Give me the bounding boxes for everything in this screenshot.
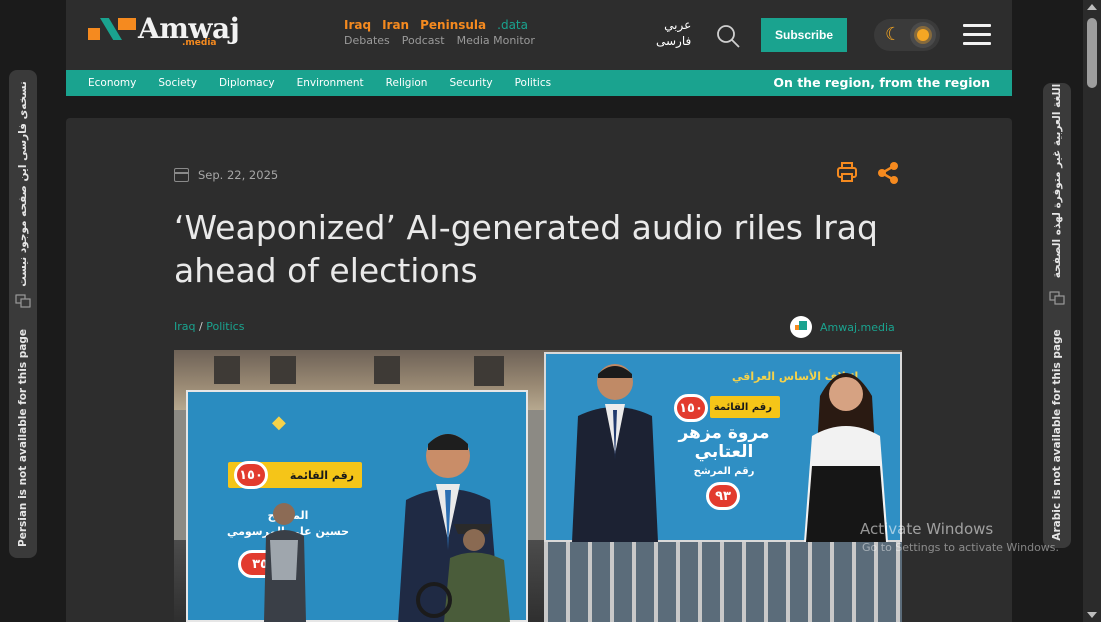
metal-fence	[544, 542, 902, 622]
arabic-unavailable-native: اللغة العربية غير متوفرة لهذه الصفحة	[1051, 83, 1063, 279]
logo-subtext: .media	[182, 38, 217, 48]
lang-arabic[interactable]: عربي	[656, 17, 691, 33]
arabic-unavailable-label: Arabic is not available for this page	[1051, 329, 1063, 541]
author-avatar	[790, 316, 812, 338]
sun-knob	[910, 22, 936, 48]
moon-icon: ☾	[885, 24, 902, 45]
cat-society[interactable]: Society	[158, 77, 197, 89]
scroll-down-arrow[interactable]	[1087, 612, 1097, 618]
breadcrumb-iraq[interactable]: Iraq	[174, 320, 196, 333]
tagline: On the region, from the region	[773, 75, 990, 90]
logo-mark	[88, 18, 138, 42]
site-header: Amwaj .media Iraq Iran Peninsula .data D…	[66, 0, 1012, 70]
theme-toggle[interactable]: ☾	[874, 19, 940, 51]
candidate-portrait	[804, 373, 888, 542]
nav-iraq[interactable]: Iraq	[344, 18, 371, 32]
nav-peninsula[interactable]: Peninsula	[420, 18, 486, 32]
search-icon[interactable]	[714, 22, 742, 50]
translate-icon	[15, 294, 31, 308]
breadcrumb-politics[interactable]: Politics	[206, 320, 244, 333]
arabic-unavailable-tab[interactable]: اللغة العربية غير متوفرة لهذه الصفحة Ara…	[1043, 83, 1071, 548]
menu-icon[interactable]	[963, 24, 991, 46]
candidate-number-label: رقم المرشح	[693, 466, 755, 477]
activation-watermark-subtitle: Go to Settings to activate Windows.	[862, 541, 1060, 554]
nav-data[interactable]: .data	[497, 18, 528, 32]
article-date: Sep. 22, 2025	[198, 168, 279, 182]
article-title: ‘Weaponized’ AI-generated audio riles Ir…	[174, 208, 878, 290]
article-date-row: Sep. 22, 2025	[174, 168, 278, 182]
breadcrumb-separator: /	[199, 320, 203, 333]
candidate-name: مروة مزهر العتابي	[678, 423, 770, 462]
pedestrian	[264, 503, 306, 622]
language-switcher: عربي فارسی	[656, 17, 691, 49]
lang-persian[interactable]: فارسی	[656, 33, 691, 49]
alliance-emblem-icon: ◆	[272, 412, 286, 433]
activation-watermark-title: Activate Windows	[860, 520, 994, 538]
cat-security[interactable]: Security	[449, 77, 492, 89]
cat-environment[interactable]: Environment	[297, 77, 364, 89]
cyclist	[416, 524, 510, 622]
leader-portrait	[572, 364, 658, 542]
category-bar: Economy Society Diplomacy Environment Re…	[66, 70, 1012, 96]
sun-icon	[917, 29, 929, 41]
cat-diplomacy[interactable]: Diplomacy	[219, 77, 275, 89]
nav-podcast[interactable]: Podcast	[402, 34, 445, 47]
translate-icon	[1049, 291, 1065, 305]
list-label: رقم القائمة	[710, 396, 780, 418]
site-logo[interactable]: Amwaj	[88, 14, 240, 44]
scroll-thumb[interactable]	[1087, 18, 1097, 88]
campaign-poster-right: ائتلاف الأساس العراقي ١٥٠ رقم القائمة مر…	[544, 352, 902, 542]
share-icon[interactable]	[876, 161, 900, 185]
hero-image: ◆ رقم القائمة ١٥٠ المرشح حسين علي المرسو…	[174, 350, 902, 622]
calendar-icon	[174, 168, 189, 182]
article-author[interactable]: Amwaj.media	[790, 316, 895, 338]
persian-unavailable-native: نسخه‌ی فارسی این صفحه موجود نیست	[17, 81, 29, 287]
persian-unavailable-tab[interactable]: نسخه‌ی فارسی این صفحه موجود نیست Persian…	[9, 70, 37, 558]
nav-debates[interactable]: Debates	[344, 34, 390, 47]
list-number-badge: ١٥٠	[674, 394, 708, 422]
cat-politics[interactable]: Politics	[515, 77, 552, 89]
author-name: Amwaj.media	[820, 320, 895, 334]
nav-iran[interactable]: Iran	[382, 18, 409, 32]
cat-economy[interactable]: Economy	[88, 77, 136, 89]
subscribe-button[interactable]: Subscribe	[761, 18, 847, 52]
top-nav: Iraq Iran Peninsula .data Debates Podcas…	[344, 18, 535, 47]
persian-unavailable-label: Persian is not available for this page	[17, 329, 29, 547]
page-scrollbar[interactable]	[1083, 0, 1101, 622]
scroll-up-arrow[interactable]	[1087, 4, 1097, 10]
list-number-badge: ١٥٠	[234, 461, 268, 489]
candidate-number-badge: ٩٣	[706, 482, 740, 510]
breadcrumb: Iraq / Politics	[174, 320, 244, 333]
print-icon[interactable]	[836, 161, 858, 183]
nav-media-monitor[interactable]: Media Monitor	[457, 34, 535, 47]
cat-religion[interactable]: Religion	[386, 77, 428, 89]
